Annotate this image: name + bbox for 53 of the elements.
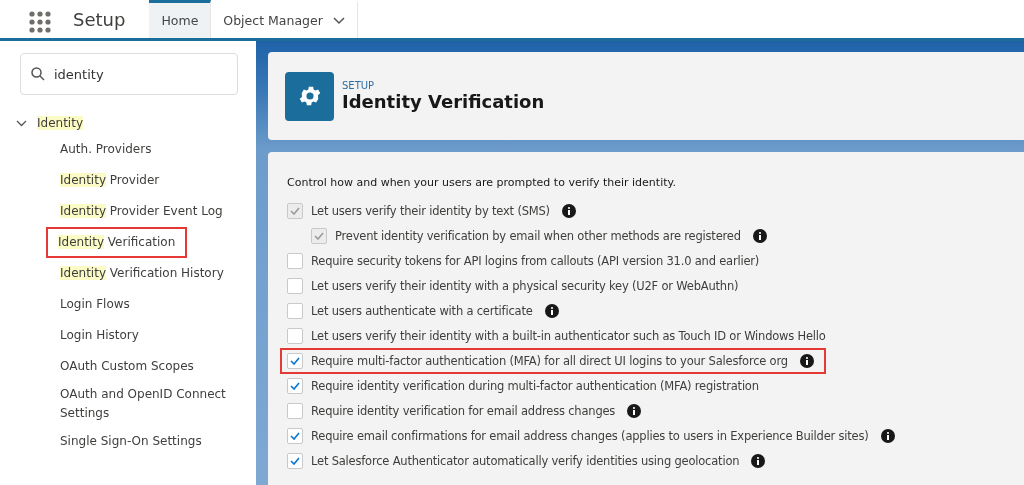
tree-item[interactable]: Login Flows: [60, 293, 130, 316]
checkmark-icon: [290, 381, 300, 390]
nav-tab[interactable]: Home: [149, 0, 212, 38]
checkbox[interactable]: [287, 427, 303, 444]
tree-item[interactable]: Identity Provider Event Log: [60, 200, 223, 223]
checkmark-icon: [290, 206, 300, 215]
option-label: Require identity verification for email address changes: [311, 403, 616, 418]
tree-item[interactable]: Single Sign-On Settings: [60, 430, 202, 453]
tree-item[interactable]: OAuth and OpenID Connect Settings: [60, 383, 236, 425]
checkbox[interactable]: [287, 252, 303, 269]
tree-item[interactable]: Identity Verification History: [60, 262, 224, 285]
app-title: Setup: [73, 8, 126, 30]
tree-item[interactable]: Identity Verification: [48, 229, 186, 256]
option-label: Require security tokens for API logins from callouts (API version 31.0 and earlier): [311, 253, 760, 268]
checkbox[interactable]: [287, 402, 303, 419]
eyebrow-label: SETUP: [342, 80, 376, 91]
info-icon[interactable]: [880, 428, 895, 443]
checkbox[interactable]: [287, 302, 303, 319]
info-icon[interactable]: [799, 353, 814, 368]
checkmark-icon: [290, 456, 300, 465]
app-launcher-icon[interactable]: [29, 11, 51, 33]
option-label: Prevent identity verification by email when other methods are registered: [335, 228, 741, 243]
option-label: Let users authenticate with a certificate: [311, 303, 533, 318]
checkbox[interactable]: [287, 277, 303, 294]
page-title: Identity Verification: [342, 91, 545, 112]
chevron-down-icon: [332, 16, 345, 25]
option-label: Let Salesforce Authenticator automatically verify identities using geolocation: [311, 453, 740, 468]
tree-item[interactable]: Login History: [60, 324, 139, 347]
tree-item[interactable]: Identity: [37, 116, 83, 130]
chevron-down-icon[interactable]: [16, 119, 27, 127]
checkbox[interactable]: [287, 352, 303, 369]
checkbox[interactable]: [287, 377, 303, 394]
search-field[interactable]: identity: [20, 53, 238, 95]
gear-icon: [285, 71, 334, 121]
option-label: Require email confirmations for email address changes (applies to users in Experience Builder sites): [311, 428, 869, 443]
info-icon[interactable]: [751, 453, 766, 468]
option-label: Let users verify their identity by text (SMS): [311, 203, 550, 218]
option-label: Require identity verification during multi-factor authentication (MFA) registration: [311, 378, 759, 393]
checkmark-icon: [290, 431, 300, 440]
checkmark-icon: [314, 231, 324, 240]
search-icon: [31, 67, 45, 81]
tree-item[interactable]: OAuth Custom Scopes: [60, 355, 194, 378]
checkbox[interactable]: [287, 327, 303, 344]
checkmark-icon: [290, 356, 300, 365]
info-icon[interactable]: [627, 403, 642, 418]
intro-text: Control how and when your users are prompted to verify their identity.: [287, 176, 677, 189]
option-label: Let users verify their identity with a physical security key (U2F or WebAuthn): [311, 278, 739, 293]
tree-item[interactable]: Identity Provider: [60, 169, 160, 192]
option-label: Let users verify their identity with a built-in authenticator such as Touch ID or Windows Hello: [311, 328, 826, 343]
tree-item[interactable]: Auth. Providers: [60, 138, 152, 161]
info-icon[interactable]: [544, 303, 559, 318]
checkbox[interactable]: [287, 452, 303, 469]
option-label: Require multi-factor authentication (MFA) for all direct UI logins to your Salesforce org: [311, 353, 788, 368]
